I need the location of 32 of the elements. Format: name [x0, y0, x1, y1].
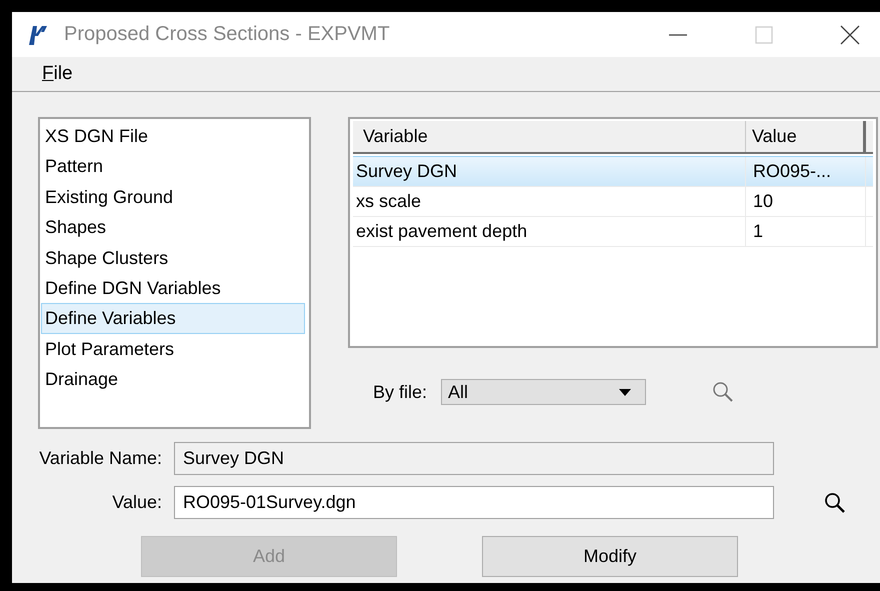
field-label: Variable Name: — [38, 448, 162, 469]
list-item[interactable]: Shapes — [41, 212, 305, 243]
list-item[interactable]: XS DGN File — [41, 121, 305, 152]
table-cell: Survey DGN — [353, 157, 746, 186]
table-row[interactable]: xs scale 10 — [353, 187, 873, 217]
file-dropdown[interactable]: All — [441, 379, 646, 405]
table-cell: RO095-... — [746, 157, 866, 186]
caret-icon — [619, 388, 632, 396]
list-item[interactable]: Existing Ground — [41, 182, 305, 212]
search-icon[interactable] — [824, 492, 846, 514]
table-cell: exist pavement depth — [353, 217, 746, 246]
list-item[interactable]: Shape Clusters — [41, 242, 305, 273]
close-icon[interactable] — [840, 24, 860, 44]
field-label: Value: — [111, 492, 162, 513]
column-header[interactable]: Variable — [353, 121, 746, 152]
table-cell: xs scale — [353, 187, 746, 216]
list-item[interactable]: Pattern — [41, 151, 305, 182]
column-header[interactable]: Value — [746, 121, 866, 152]
list-item[interactable]: Plot Parameters — [41, 334, 305, 364]
filter-label: By file: — [373, 382, 428, 402]
list-item[interactable]: Drainage — [41, 364, 305, 395]
text-field[interactable]: RO095-01Survey.dgn — [174, 486, 774, 519]
modify-button[interactable]: Modify — [482, 536, 738, 577]
window-title: Proposed Cross Sections - EXPVMT — [64, 23, 390, 46]
list-item[interactable]: Define Variables — [41, 303, 305, 334]
table-row[interactable]: Survey DGN RO095-... — [353, 156, 873, 187]
table-cell: 1 — [746, 217, 866, 246]
menu-item[interactable]: File — [42, 63, 73, 85]
table-cell: 10 — [746, 187, 866, 216]
list-item[interactable]: Define DGN Variables — [41, 272, 305, 304]
table-row[interactable]: exist pavement depth 1 — [353, 217, 873, 247]
app-logo-icon — [26, 24, 50, 46]
